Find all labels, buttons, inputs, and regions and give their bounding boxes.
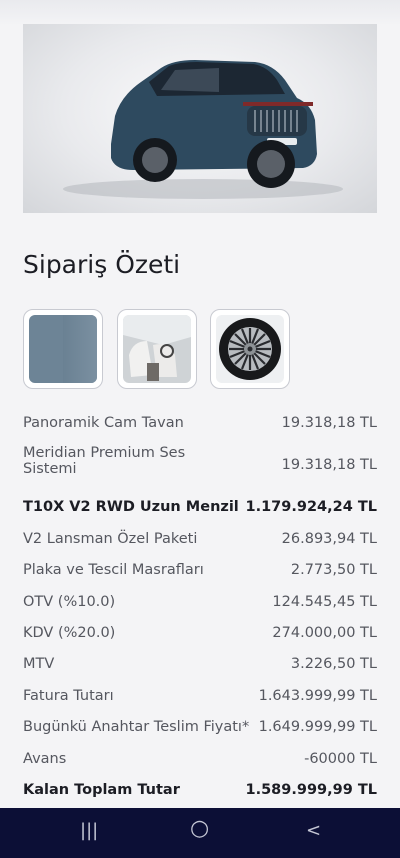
line-item-label-line2: Sistemi [23, 461, 77, 477]
car-image [23, 24, 377, 213]
line-item-label: Avans [23, 751, 67, 767]
wheel-thumbnail[interactable] [210, 309, 290, 389]
line-item-label: Meridian Premium Ses Sistemi [23, 445, 185, 477]
line-item-value: 2.773,50 TL [290, 562, 377, 578]
line-item-label: Bugünkü Anahtar Teslim Fiyatı* [23, 719, 250, 735]
line-item-value: -60000 TL [304, 751, 377, 767]
line-item-value: 274.000,00 TL [272, 625, 377, 641]
line-item-value: 124.545,45 TL [272, 594, 377, 610]
line-item-value: 26.893,94 TL [281, 531, 377, 547]
line-item-value: 19.318,18 TL [281, 415, 377, 431]
home-icon[interactable]: ○ [190, 816, 209, 841]
line-item-label: OTV (%10.0) [23, 594, 116, 610]
line-item-value: 19.318,18 TL [281, 457, 377, 473]
line-item-label: KDV (%20.0) [23, 625, 116, 641]
interior-thumbnail[interactable] [117, 309, 197, 389]
line-item-label: Plaka ve Tescil Masrafları [23, 562, 204, 578]
line-item-value: 1.643.999,99 TL [258, 688, 377, 704]
line-item-label: Panoramik Cam Tavan [23, 415, 184, 431]
color-thumbnail[interactable] [23, 309, 103, 389]
status-bar [0, 0, 400, 26]
line-item-value: 1.589.999,99 TL [245, 782, 377, 798]
line-item-label: Fatura Tutarı [23, 688, 114, 704]
line-item-value: 1.179.924,24 TL [245, 499, 377, 515]
line-item-label: Kalan Toplam Tutar [23, 782, 180, 798]
color-swatch-icon [29, 315, 97, 383]
line-item-label-line1: Meridian Premium Ses [23, 445, 186, 461]
line-item-label: V2 Lansman Özel Paketi [23, 531, 198, 547]
recent-apps-icon[interactable]: ||| [80, 820, 98, 841]
system-nav-bar: ||| ○ < [0, 808, 400, 858]
interior-icon [123, 315, 191, 383]
back-icon[interactable]: < [306, 820, 321, 841]
wheel-icon [216, 315, 284, 383]
line-item-value: 3.226,50 TL [290, 656, 377, 672]
line-item-label: T10X V2 RWD Uzun Menzil [23, 499, 239, 515]
line-item-label: MTV [23, 656, 55, 672]
page-title: Sipariş Özeti [23, 250, 181, 279]
line-item-value: 1.649.999,99 TL [258, 719, 377, 735]
